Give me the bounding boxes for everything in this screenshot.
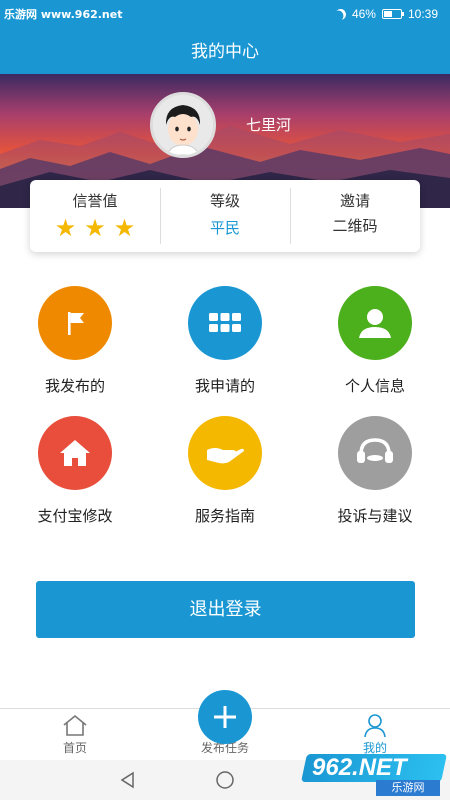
invite-label: 邀请: [339, 192, 370, 210]
nav-mine[interactable]: 我的: [300, 709, 450, 755]
username: 七里河: [246, 116, 292, 134]
clock: 10:39: [407, 7, 438, 21]
watermark-logo-sub: 乐游网: [376, 780, 440, 796]
credit-section: 信誉值 ★ ★ ★: [30, 180, 160, 252]
plus-icon: [214, 706, 236, 728]
menu-label: 支付宝修改: [37, 507, 113, 525]
status-indicators: 46% 10:39: [335, 7, 438, 21]
level-section: 等级 平民: [160, 180, 290, 252]
avatar[interactable]: [150, 92, 216, 158]
menu-item-my-applied[interactable]: 我申请的: [150, 286, 300, 396]
level-value: 平民: [209, 219, 240, 237]
hand-icon: [188, 416, 262, 490]
person-icon: [338, 286, 412, 360]
flag-icon: [38, 286, 112, 360]
user-outline-icon: [364, 714, 386, 738]
menu-item-alipay-edit[interactable]: 支付宝修改: [0, 416, 150, 526]
home-icon: [38, 416, 112, 490]
credit-stars: ★ ★ ★: [30, 214, 160, 242]
star-icon: ★: [84, 214, 106, 242]
menu-item-personal-info[interactable]: 个人信息: [300, 286, 450, 396]
home-circle-icon[interactable]: [214, 769, 236, 791]
home-outline-icon: [63, 714, 87, 736]
headset-icon: [338, 416, 412, 490]
menu-label: 我发布的: [44, 377, 105, 395]
nav-home-label: 首页: [62, 741, 87, 755]
do-not-disturb-icon: [333, 6, 348, 21]
back-icon[interactable]: [118, 770, 138, 790]
page-title: 我的中心: [0, 30, 450, 74]
watermark-logo-text: 962.NET: [312, 754, 407, 781]
watermark-logo: 962.NET 乐游网: [301, 752, 447, 798]
menu-label: 服务指南: [194, 507, 255, 525]
menu-item-my-published[interactable]: 我发布的: [0, 286, 150, 396]
info-card: 信誉值 ★ ★ ★ 等级 平民 邀请 二维码: [30, 180, 420, 252]
menu-label: 个人信息: [344, 377, 405, 395]
level-label: 等级: [209, 192, 240, 210]
star-icon: ★: [54, 214, 77, 242]
invite-qrcode-button[interactable]: 邀请 二维码: [290, 180, 420, 252]
battery-percent: 46%: [351, 7, 376, 21]
credit-label: 信誉值: [72, 192, 118, 210]
watermark-text: 乐游网 www.962.net: [4, 8, 123, 21]
battery-icon: [381, 9, 404, 19]
menu-item-complaints[interactable]: 投诉与建议: [300, 416, 450, 526]
invite-sub-label: 二维码: [332, 217, 378, 235]
menu-label: 我申请的: [194, 377, 255, 395]
menu-label: 投诉与建议: [337, 507, 413, 525]
logout-button[interactable]: 退出登录: [36, 581, 415, 638]
menu-item-service-guide[interactable]: 服务指南: [150, 416, 300, 526]
avatar-icon: [153, 95, 213, 155]
nav-home[interactable]: 首页: [0, 709, 150, 755]
star-icon: ★: [113, 214, 136, 242]
status-bar: 乐游网 www.962.net 46% 10:39: [0, 0, 450, 30]
grid-icon: [188, 286, 262, 360]
publish-plus-button[interactable]: [198, 690, 252, 744]
